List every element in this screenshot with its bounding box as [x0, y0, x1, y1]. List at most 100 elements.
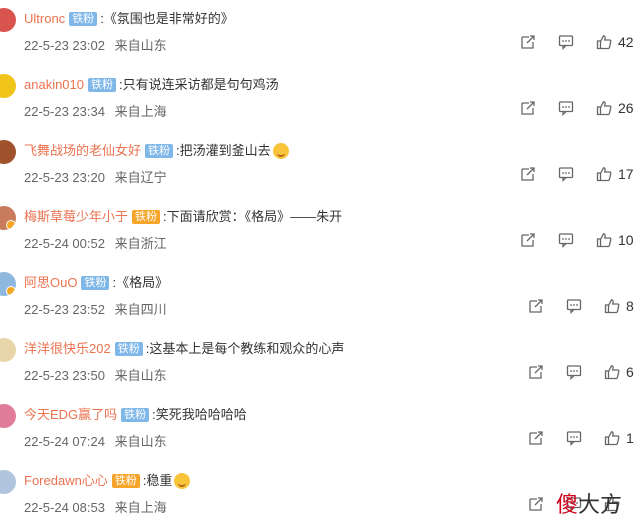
- comment-icon[interactable]: [566, 364, 582, 380]
- comment-body: 梅斯草莓少年小于 铁粉 :下面请欣赏：《格局》——朱开: [24, 208, 342, 225]
- username-link[interactable]: Foredawn心心: [24, 472, 108, 489]
- comment-meta: 22-5-24 07:24 来自山东: [24, 433, 167, 450]
- comment-meta: 22-5-24 00:52 来自浙江: [24, 235, 167, 252]
- thumbs-up-icon[interactable]: [604, 298, 620, 314]
- comment-item: Foredawn心心 铁粉 :稳重 22-5-24 08:53 来自上海: [0, 462, 640, 528]
- timestamp: 22-5-24 00:52: [24, 236, 105, 251]
- fan-badge[interactable]: 铁粉: [69, 11, 98, 26]
- comment-icon[interactable]: [558, 100, 574, 116]
- username-link[interactable]: 今天EDG赢了吗: [24, 406, 117, 423]
- comment-text: :《格局》: [112, 275, 169, 290]
- comment-text: :笑死我哈哈哈哈: [152, 407, 247, 422]
- share-icon[interactable]: [528, 298, 544, 314]
- location: 来自四川: [114, 302, 167, 317]
- location: 来自上海: [114, 104, 167, 119]
- share-icon[interactable]: [528, 364, 544, 380]
- username-link[interactable]: 梅斯草莓少年小于: [24, 208, 128, 225]
- comment-item: 今天EDG赢了吗 铁粉 :笑死我哈哈哈哈 22-5-24 07:24 来自山东 …: [0, 396, 640, 462]
- fan-badge[interactable]: 铁粉: [121, 407, 150, 422]
- comment-actions: 6: [528, 364, 634, 380]
- comment-item: 飞舞战场的老仙女好 铁粉 :把汤灌到釜山去 22-5-23 23:20 来自辽宁…: [0, 132, 640, 198]
- comment-actions: 8: [528, 298, 634, 314]
- thumbs-up-icon[interactable]: [596, 166, 612, 182]
- comment-item: 洋洋很快乐202 铁粉 :这基本上是每个教练和观众的心声 22-5-23 23:…: [0, 330, 640, 396]
- comment-icon[interactable]: [566, 430, 582, 446]
- username-link[interactable]: 洋洋很快乐202: [24, 340, 111, 357]
- comment-meta: 22-5-23 23:20 来自辽宁: [24, 169, 167, 186]
- watermark: 傻大方: [556, 487, 622, 519]
- comment-item: anakin010 铁粉 :只有说连采访都是句句鸡汤 22-5-23 23:34…: [0, 66, 640, 132]
- fan-badge[interactable]: 铁粉: [111, 473, 140, 488]
- fan-badge[interactable]: 铁粉: [132, 209, 161, 224]
- avatar[interactable]: [0, 74, 16, 98]
- username-link[interactable]: 阿思OuO: [24, 274, 77, 291]
- username-link[interactable]: 飞舞战场的老仙女好: [24, 142, 141, 159]
- share-icon[interactable]: [520, 34, 536, 50]
- comment-actions: 10: [520, 232, 634, 248]
- avatar[interactable]: [0, 338, 16, 362]
- fan-badge[interactable]: 铁粉: [81, 275, 110, 290]
- location: 来自山东: [114, 38, 167, 53]
- comment-icon[interactable]: [558, 34, 574, 50]
- like-count: 6: [626, 364, 634, 380]
- verified-badge-icon: [6, 286, 16, 296]
- avatar[interactable]: [0, 404, 16, 428]
- comment-body: Ultronc 铁粉 :《氛围也是非常好的》: [24, 10, 234, 27]
- timestamp: 22-5-23 23:50: [24, 368, 105, 383]
- watermark-text: 大方: [577, 493, 622, 518]
- comment-body: 飞舞战场的老仙女好 铁粉 :把汤灌到釜山去: [24, 142, 289, 159]
- comment-body: anakin010 铁粉 :只有说连采访都是句句鸡汤: [24, 76, 279, 93]
- comment-icon[interactable]: [558, 232, 574, 248]
- thumbs-up-icon[interactable]: [596, 232, 612, 248]
- comment-actions: 1: [528, 430, 634, 446]
- avatar[interactable]: [0, 206, 16, 230]
- comment-icon[interactable]: [558, 166, 574, 182]
- comment-text: :稳重: [142, 473, 173, 488]
- comment-actions: 17: [520, 166, 634, 182]
- comment-actions: 42: [520, 34, 634, 50]
- comment-body: 洋洋很快乐202 铁粉 :这基本上是每个教练和观众的心声: [24, 340, 344, 357]
- comment-meta: 22-5-23 23:52 来自四川: [24, 301, 167, 318]
- avatar[interactable]: [0, 470, 16, 494]
- comment-body: 阿思OuO 铁粉 :《格局》: [24, 274, 168, 291]
- comment-item: 梅斯草莓少年小于 铁粉 :下面请欣赏：《格局》——朱开 22-5-24 00:5…: [0, 198, 640, 264]
- comment-meta: 22-5-23 23:50 来自山东: [24, 367, 167, 384]
- comment-body: Foredawn心心 铁粉 :稳重: [24, 472, 191, 489]
- thumbs-up-icon[interactable]: [596, 34, 612, 50]
- timestamp: 22-5-23 23:52: [24, 302, 105, 317]
- avatar[interactable]: [0, 140, 16, 164]
- share-icon[interactable]: [528, 430, 544, 446]
- share-icon[interactable]: [528, 496, 544, 512]
- fan-badge[interactable]: 铁粉: [88, 77, 116, 92]
- timestamp: 22-5-23 23:02: [24, 38, 105, 53]
- fan-badge[interactable]: 铁粉: [145, 143, 174, 158]
- comment-text: :《氛围也是非常好的》: [100, 11, 234, 26]
- watermark-char: 傻: [555, 493, 578, 518]
- comment-meta: 22-5-23 23:02 来自山东: [24, 37, 167, 54]
- avatar[interactable]: [0, 8, 16, 32]
- timestamp: 22-5-23 23:20: [24, 170, 105, 185]
- location: 来自浙江: [114, 236, 167, 251]
- fan-badge[interactable]: 铁粉: [114, 341, 143, 356]
- like-count: 1: [626, 430, 634, 446]
- username-link[interactable]: anakin010: [24, 76, 84, 93]
- timestamp: 22-5-24 07:24: [24, 434, 105, 449]
- comment-icon[interactable]: [566, 298, 582, 314]
- like-count: 10: [618, 232, 634, 248]
- location: 来自山东: [114, 434, 167, 449]
- timestamp: 22-5-24 08:53: [24, 500, 105, 515]
- location: 来自山东: [114, 368, 167, 383]
- verified-badge-icon: [6, 220, 16, 230]
- comment-body: 今天EDG赢了吗 铁粉 :笑死我哈哈哈哈: [24, 406, 247, 423]
- share-icon[interactable]: [520, 232, 536, 248]
- thumbs-up-icon[interactable]: [596, 100, 612, 116]
- share-icon[interactable]: [520, 100, 536, 116]
- like-count: 26: [618, 100, 634, 116]
- share-icon[interactable]: [520, 166, 536, 182]
- avatar[interactable]: [0, 272, 16, 296]
- location: 来自辽宁: [114, 170, 167, 185]
- username-link[interactable]: Ultronc: [24, 10, 65, 27]
- comment-item: 阿思OuO 铁粉 :《格局》 22-5-23 23:52 来自四川 8: [0, 264, 640, 330]
- thumbs-up-icon[interactable]: [604, 364, 620, 380]
- thumbs-up-icon[interactable]: [604, 430, 620, 446]
